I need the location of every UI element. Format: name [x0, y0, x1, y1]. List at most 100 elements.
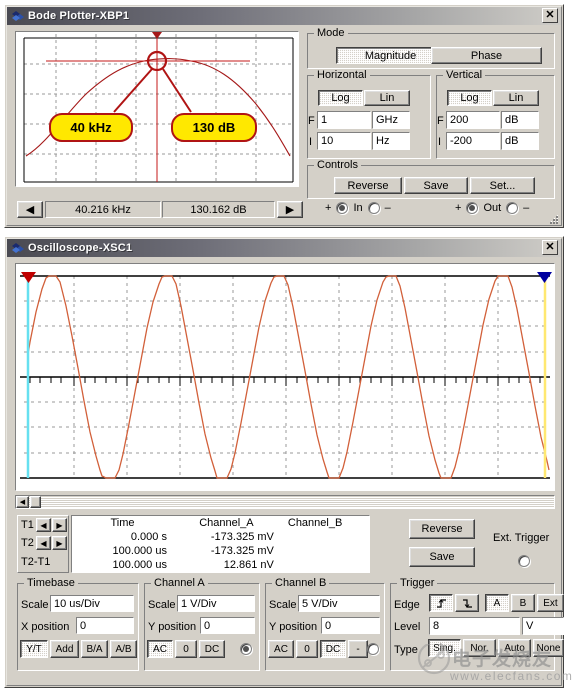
bode-horizontal-f-unit[interactable]: GHz — [372, 111, 410, 129]
bode-cursor-left-button[interactable]: ◀ — [17, 201, 43, 218]
bode-in-minus-radio[interactable] — [367, 202, 380, 214]
scope-channel-b-terminal[interactable] — [367, 643, 379, 655]
table-row: 100.000 us -173.325 mV — [72, 544, 369, 558]
scope-scroll-left-button[interactable]: ◀ — [16, 496, 29, 508]
screenshot-root: Bode Plotter-XBP1 ✕ 40 kHz 130 dB ◀ 40.2… — [0, 0, 576, 692]
bode-cursor-frequency-callout: 40 kHz — [49, 113, 133, 142]
scope-channel-a-scale-value[interactable]: 1 V/Div — [177, 595, 255, 612]
scope-channel-b-legend: Channel B — [272, 577, 330, 589]
scope-close-button[interactable]: ✕ — [542, 240, 558, 255]
bode-reverse-button[interactable]: Reverse — [334, 177, 402, 194]
bode-plot-area[interactable]: 40 kHz 130 dB — [15, 31, 299, 187]
bode-vertical-lin-button[interactable]: Lin — [493, 90, 539, 106]
bode-mode-magnitude-button[interactable]: Magnitude — [336, 47, 445, 64]
scope-channel-b-scale-value[interactable]: 5 V/Div — [298, 595, 380, 612]
bode-out-plus-radio[interactable] — [466, 202, 479, 214]
bode-gain-readout: 130.162 dB — [162, 201, 275, 218]
bode-vertical-log-button[interactable]: Log — [447, 90, 492, 106]
scope-cursor-nav: T1 ◀ ▶ T2 ◀ ▶ T2-T1 — [17, 515, 69, 573]
cell-channel-b — [280, 544, 369, 558]
scope-measurement-table: Time Channel_A Channel_B 0.000 s -173.32… — [71, 515, 370, 573]
bode-in-plus-radio[interactable] — [336, 202, 349, 214]
scope-channel-b-ypos-value[interactable]: 0 — [321, 617, 380, 634]
bode-controls-legend: Controls — [314, 159, 361, 171]
bode-out-label: Out — [483, 202, 502, 214]
scope-channel-b-coupling-gnd[interactable]: 0 — [296, 640, 318, 658]
scope-cursor-t2-label: T2 — [21, 537, 34, 549]
scope-trigger-source-b[interactable]: B — [511, 594, 535, 612]
scope-channel-b-coupling-dc[interactable]: DC — [320, 640, 346, 658]
scope-channel-b-coupling-ac[interactable]: AC — [268, 640, 294, 658]
bode-horizontal-i-value[interactable]: 10 — [317, 132, 371, 150]
scope-timebase-scale-value[interactable]: 10 us/Div — [50, 595, 134, 612]
bode-vertical-i-unit[interactable]: dB — [501, 132, 539, 150]
scope-channel-a-coupling-ac[interactable]: AC — [147, 640, 173, 658]
scope-trigger-level-value[interactable]: 8 — [429, 617, 520, 635]
scope-timebase-mode-ab[interactable]: A/B — [110, 640, 137, 658]
bode-horizontal-legend: Horizontal — [314, 69, 370, 81]
bode-horizontal-i-label: I — [309, 136, 313, 148]
table-row: 0.000 s -173.325 mV — [72, 530, 369, 544]
scope-trigger-type-normal[interactable]: Nor. — [463, 639, 496, 657]
falling-edge-icon — [462, 598, 472, 608]
scope-timebase-xpos-value[interactable]: 0 — [76, 617, 134, 634]
scope-trigger-source-a[interactable]: A — [485, 594, 509, 612]
scope-scroll-thumb[interactable] — [30, 496, 41, 508]
scope-channel-a-terminal[interactable] — [240, 643, 252, 655]
scope-ext-trigger-terminal[interactable] — [518, 555, 530, 567]
scope-trigger-type-none[interactable]: None — [533, 639, 564, 657]
scope-titlebar[interactable]: Oscilloscope-XSC1 ✕ — [7, 239, 561, 257]
bode-frequency-readout: 40.216 kHz — [45, 201, 161, 218]
bode-out-minus-radio[interactable] — [506, 202, 519, 214]
col-header-time: Time — [110, 517, 135, 529]
scope-trigger-falling-edge-icon-button[interactable] — [455, 594, 479, 612]
scope-trigger-type-auto[interactable]: Auto — [498, 639, 531, 657]
scope-t1-right-button[interactable]: ▶ — [52, 518, 67, 532]
scope-timebase-mode-add[interactable]: Add — [50, 640, 79, 658]
col-header-channel-b: Channel_B — [287, 517, 343, 529]
scope-save-button[interactable]: Save — [409, 547, 475, 567]
scope-trigger-type-single[interactable]: Sing. — [428, 639, 461, 657]
bode-close-button[interactable]: ✕ — [542, 8, 558, 23]
scope-channel-b-ypos-label: Y position — [269, 621, 318, 633]
scope-horizontal-scrollbar[interactable]: ◀ — [15, 495, 555, 509]
scope-channel-a-ypos-value[interactable]: 0 — [200, 617, 255, 634]
bode-horizontal-f-value[interactable]: 1 — [317, 111, 371, 129]
bode-vertical-i-label: I — [438, 136, 442, 148]
bode-set-button[interactable]: Set... — [470, 177, 535, 194]
scope-timebase-mode-ba[interactable]: B/A — [81, 640, 108, 658]
scope-trigger-type-label: Type — [394, 644, 418, 656]
bode-vertical-f-value[interactable]: 200 — [446, 111, 500, 129]
bode-cursor-frequency-text: 40 kHz — [70, 120, 112, 135]
bode-vertical-f-label: F — [437, 115, 444, 127]
scope-title: Oscilloscope-XSC1 — [28, 242, 133, 254]
scope-t2-left-button[interactable]: ◀ — [36, 536, 51, 550]
scope-t2-right-button[interactable]: ▶ — [52, 536, 67, 550]
scope-trigger-level-unit[interactable]: V — [522, 617, 564, 635]
bode-cursor-right-button[interactable]: ▶ — [277, 201, 303, 218]
bode-resize-grip[interactable] — [548, 213, 560, 225]
bode-vertical-i-value[interactable]: -200 — [446, 132, 500, 150]
scope-reverse-button[interactable]: Reverse — [409, 519, 475, 539]
scope-trigger-rising-edge-icon-button[interactable] — [429, 594, 453, 612]
bode-save-button[interactable]: Save — [404, 177, 468, 194]
rising-edge-icon — [436, 598, 446, 608]
scope-channel-b-invert[interactable]: - — [348, 640, 368, 658]
scope-timebase-mode-yt[interactable]: Y/T — [20, 640, 48, 658]
scope-channel-a-coupling-dc[interactable]: DC — [199, 640, 225, 658]
bode-mode-phase-button[interactable]: Phase — [431, 47, 542, 64]
bode-cursor-gain-text: 130 dB — [192, 120, 236, 135]
bode-vertical-f-unit[interactable]: dB — [501, 111, 539, 129]
scope-trigger-source-ext[interactable]: Ext — [537, 594, 564, 612]
bode-horizontal-lin-button[interactable]: Lin — [364, 90, 410, 106]
bode-horizontal-i-unit[interactable]: Hz — [372, 132, 410, 150]
scope-t1-left-button[interactable]: ◀ — [36, 518, 51, 532]
scope-timebase-xpos-label: X position — [21, 621, 70, 633]
col-header-channel-a: Channel_A — [199, 517, 254, 529]
cell-time: 0.000 s — [130, 531, 167, 543]
scope-channel-a-coupling-gnd[interactable]: 0 — [175, 640, 197, 658]
bode-horizontal-log-button[interactable]: Log — [318, 90, 363, 106]
bode-horizontal-f-label: F — [308, 115, 315, 127]
bode-titlebar[interactable]: Bode Plotter-XBP1 ✕ — [7, 7, 561, 25]
scope-waveform-display[interactable] — [15, 263, 555, 491]
